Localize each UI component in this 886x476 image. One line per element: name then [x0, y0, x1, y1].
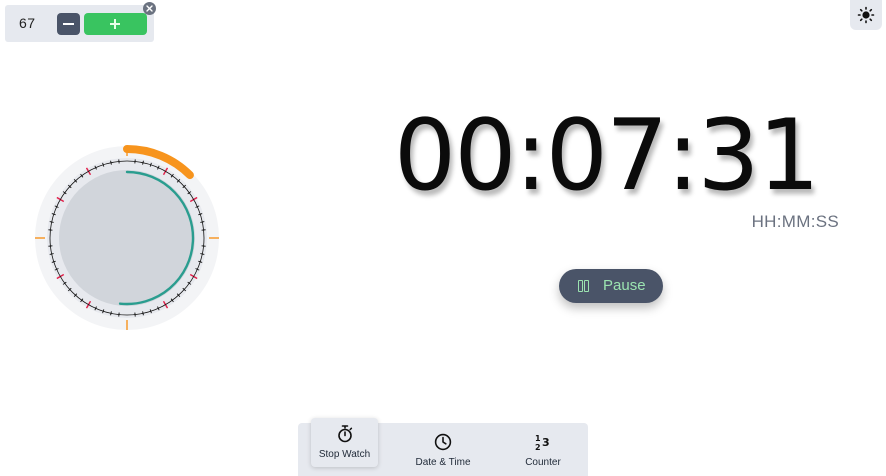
counter-value: 67 — [19, 15, 36, 31]
pause-button[interactable]: Pause — [559, 269, 663, 303]
nav-item-counter[interactable]: 1 2 3 Counter — [508, 423, 578, 476]
stopwatch-icon — [337, 425, 353, 448]
pause-icon — [578, 280, 589, 292]
increment-button[interactable] — [84, 13, 147, 35]
theme-toggle-button[interactable] — [850, 0, 882, 30]
nav-label-stop-watch: Stop Watch — [318, 449, 371, 460]
svg-text:2: 2 — [535, 443, 541, 451]
nav-label-date-time: Date & Time — [415, 457, 471, 468]
counter-widget: 67 — [5, 5, 154, 42]
elapsed-time-display: 00:07:31 — [393, 99, 820, 213]
dial-inner-face — [59, 170, 195, 306]
nav-item-stop-watch[interactable]: Stop Watch — [311, 418, 378, 467]
clock-icon — [434, 433, 452, 456]
svg-text:3: 3 — [542, 436, 550, 449]
nav-label-counter: Counter — [525, 457, 561, 468]
close-icon[interactable] — [143, 2, 156, 15]
pause-label: Pause — [603, 277, 646, 294]
stopwatch-dial — [34, 145, 220, 331]
time-format-label: HH:MM:SS — [751, 212, 839, 231]
decrement-button[interactable] — [57, 13, 80, 35]
counter-icon: 1 2 3 — [534, 433, 552, 456]
svg-text:1: 1 — [535, 434, 541, 443]
bottom-nav: Stop Watch Date & Time 1 2 3 Counter — [298, 418, 588, 476]
nav-item-date-time[interactable]: Date & Time — [408, 423, 478, 476]
sun-icon — [857, 6, 875, 24]
